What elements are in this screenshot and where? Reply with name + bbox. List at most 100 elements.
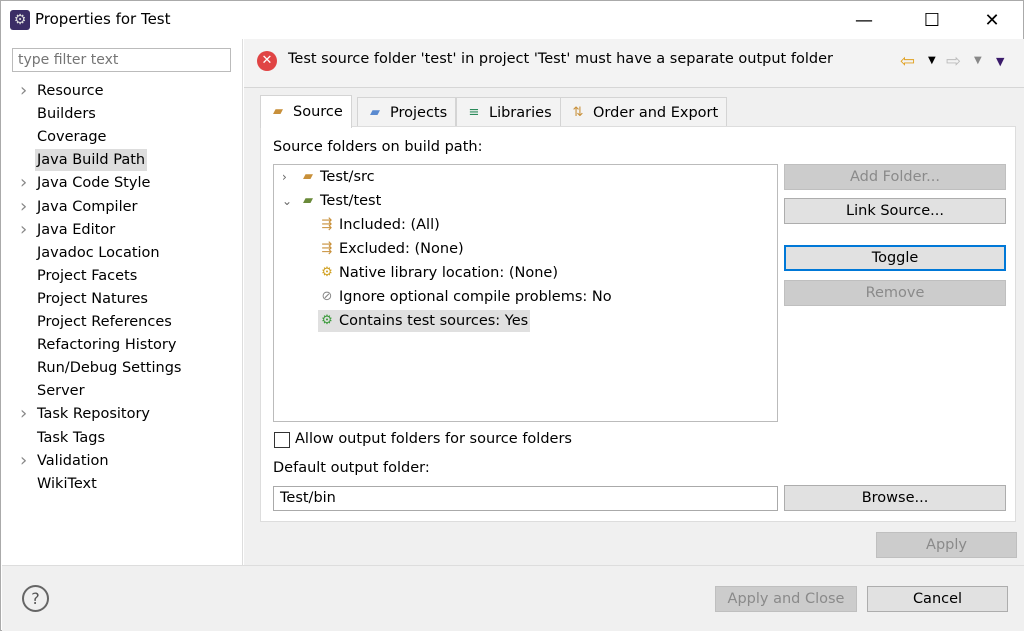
tab-order-export[interactable]: ⇅ Order and Export	[560, 97, 728, 127]
remove-button[interactable]: Remove	[784, 280, 1006, 306]
filter-input[interactable]	[12, 48, 231, 72]
nav-item-label: Task Repository	[37, 406, 151, 423]
back-arrow-icon[interactable]: ⇦	[900, 51, 915, 72]
chevron-right-icon[interactable]: ›	[20, 80, 27, 102]
nav-item-label: Task Tags	[37, 429, 106, 446]
source-folder-icon: ▰	[273, 104, 283, 119]
tab-label: Order and Export	[593, 104, 719, 121]
nav-item-label: Project References	[37, 314, 172, 330]
nav-item-label: Project Natures	[37, 290, 148, 307]
add-folder-button[interactable]: Add Folder...	[784, 164, 1006, 190]
help-icon[interactable]: ?	[22, 585, 49, 612]
tree-item-label: Native library location: (None)	[339, 265, 558, 281]
tree-item-label: Test/src	[320, 169, 375, 185]
back-dropdown-icon[interactable]: ▼	[928, 55, 936, 66]
nav-item[interactable]: Run/Debug Settings	[35, 357, 183, 379]
link-source-button[interactable]: Link Source...	[784, 198, 1006, 224]
tree-item-label: Contains test sources: Yes	[339, 313, 529, 329]
exclusion-filter-icon: ⇶	[321, 241, 333, 256]
tab-label: Projects	[390, 104, 448, 121]
nav-item[interactable]: Java Build Path	[35, 149, 148, 172]
forward-dropdown-icon[interactable]: ▼	[974, 55, 982, 66]
test-sources-icon: ⚙	[321, 313, 333, 328]
apply-button[interactable]: Apply	[876, 532, 1017, 558]
folder-package-icon: ▰	[303, 169, 313, 184]
tree-item[interactable]: ⚙ Native library location: (None)	[318, 262, 558, 284]
forward-arrow-icon[interactable]: ⇨	[946, 51, 961, 72]
tab-source[interactable]: ▰ Source	[260, 95, 352, 128]
chevron-right-icon[interactable]: ›	[20, 403, 27, 425]
nav-item-label: Javadoc Location	[37, 244, 160, 261]
properties-dialog: ⚙ Properties for Test — ☐ ✕ › Resource Bui…	[0, 0, 1024, 631]
chevron-right-icon[interactable]: ›	[20, 219, 27, 241]
chevron-right-icon[interactable]: ›	[20, 196, 27, 218]
nav-item[interactable]: › Java Compiler	[20, 196, 140, 218]
nav-item-label: Project Facets	[37, 267, 138, 284]
nav-item[interactable]: Task Tags	[35, 427, 107, 449]
maximize-button[interactable]: ☐	[909, 1, 955, 39]
property-page: ✕ Test source folder 'test' in project '…	[244, 39, 1024, 565]
default-output-label: Default output folder:	[273, 460, 430, 476]
order-export-icon: ⇅	[572, 104, 584, 120]
tab-label: Source	[293, 104, 343, 120]
cancel-button[interactable]: Cancel	[867, 586, 1008, 612]
error-message: Test source folder 'test' in project 'Te…	[288, 51, 833, 67]
tab-projects[interactable]: ▰ Projects	[357, 97, 457, 127]
property-nav: › Resource Builders Coverage Java Build Path…	[2, 39, 243, 565]
allow-output-checkbox[interactable]	[274, 432, 290, 448]
default-output-input[interactable]: Test/bin	[273, 486, 778, 511]
nav-item[interactable]: Project References	[35, 311, 174, 333]
chevron-right-icon[interactable]: ›	[20, 172, 27, 194]
nav-item-label: Run/Debug Settings	[37, 360, 182, 377]
nav-item[interactable]: Server	[35, 380, 87, 402]
nav-item-label: Java Build Path	[37, 152, 146, 169]
nav-item[interactable]: Coverage	[35, 126, 108, 148]
native-library-icon: ⚙	[321, 265, 333, 280]
projects-folder-icon: ▰	[370, 104, 380, 120]
close-button[interactable]: ✕	[969, 1, 1015, 39]
tree-item[interactable]: ⚙ Contains test sources: Yes	[318, 310, 531, 332]
tree-item[interactable]: ⌄ ▰ Test/test	[282, 190, 381, 212]
nav-item[interactable]: › Java Editor	[20, 219, 117, 241]
test-folder-icon: ▰	[303, 193, 313, 208]
nav-item-label: Resource	[37, 83, 104, 99]
tree-item[interactable]: ⊘ Ignore optional compile problems: No	[318, 286, 612, 308]
nav-item[interactable]: Project Natures	[35, 288, 150, 310]
nav-item-label: Java Compiler	[37, 198, 138, 215]
minimize-button[interactable]: —	[841, 1, 887, 39]
nav-item[interactable]: Javadoc Location	[35, 242, 162, 264]
nav-item[interactable]: Builders	[35, 103, 98, 125]
source-folders-tree[interactable]: › ▰ Test/src ⌄ ▰ Test/test ⇶ Included: (All) ⇶ Ex…	[273, 164, 778, 422]
message-bar: ✕ Test source folder 'test' in project '…	[244, 39, 1024, 88]
browse-button[interactable]: Browse...	[784, 485, 1006, 511]
source-tab-panel: Source folders on build path: › ▰ Test/src…	[260, 126, 1016, 522]
tree-item-label: Excluded: (None)	[339, 241, 464, 257]
nav-item[interactable]: › Task Repository	[20, 403, 152, 425]
window-title: Properties for Test	[35, 10, 171, 28]
view-menu-icon[interactable]: ▼	[996, 55, 1004, 68]
toggle-button[interactable]: Toggle	[784, 245, 1006, 271]
tree-item[interactable]: ⇶ Excluded: (None)	[318, 238, 464, 260]
nav-item[interactable]: Refactoring History	[35, 334, 178, 356]
chevron-right-icon[interactable]: ›	[20, 450, 27, 472]
nav-item[interactable]: › Validation	[20, 450, 111, 472]
eclipse-logo-icon: ⚙	[10, 10, 30, 30]
nav-item-label: Java Editor	[37, 221, 116, 238]
nav-item-label: Coverage	[37, 129, 107, 146]
dialog-footer: ? Apply and Close Cancel	[2, 565, 1024, 631]
nav-item[interactable]: Project Facets	[35, 265, 139, 287]
tab-libraries[interactable]: ≡ Libraries	[456, 97, 561, 127]
allow-output-label: Allow output folders for source folders	[295, 431, 572, 447]
tree-item[interactable]: ⇶ Included: (All)	[318, 214, 440, 236]
nav-item-label: Java Code Style	[37, 175, 151, 192]
apply-and-close-button[interactable]: Apply and Close	[715, 586, 857, 612]
tree-item-label: Ignore optional compile problems: No	[339, 289, 612, 305]
nav-item[interactable]: WikiText	[35, 473, 99, 495]
chevron-down-icon[interactable]: ⌄	[282, 190, 296, 212]
libraries-icon: ≡	[468, 104, 480, 120]
tree-item[interactable]: › ▰ Test/src	[282, 166, 375, 188]
nav-item[interactable]: › Java Code Style	[20, 172, 152, 194]
ignore-problems-icon: ⊘	[321, 289, 333, 304]
nav-item[interactable]: › Resource	[20, 80, 106, 102]
chevron-right-icon[interactable]: ›	[282, 166, 296, 188]
